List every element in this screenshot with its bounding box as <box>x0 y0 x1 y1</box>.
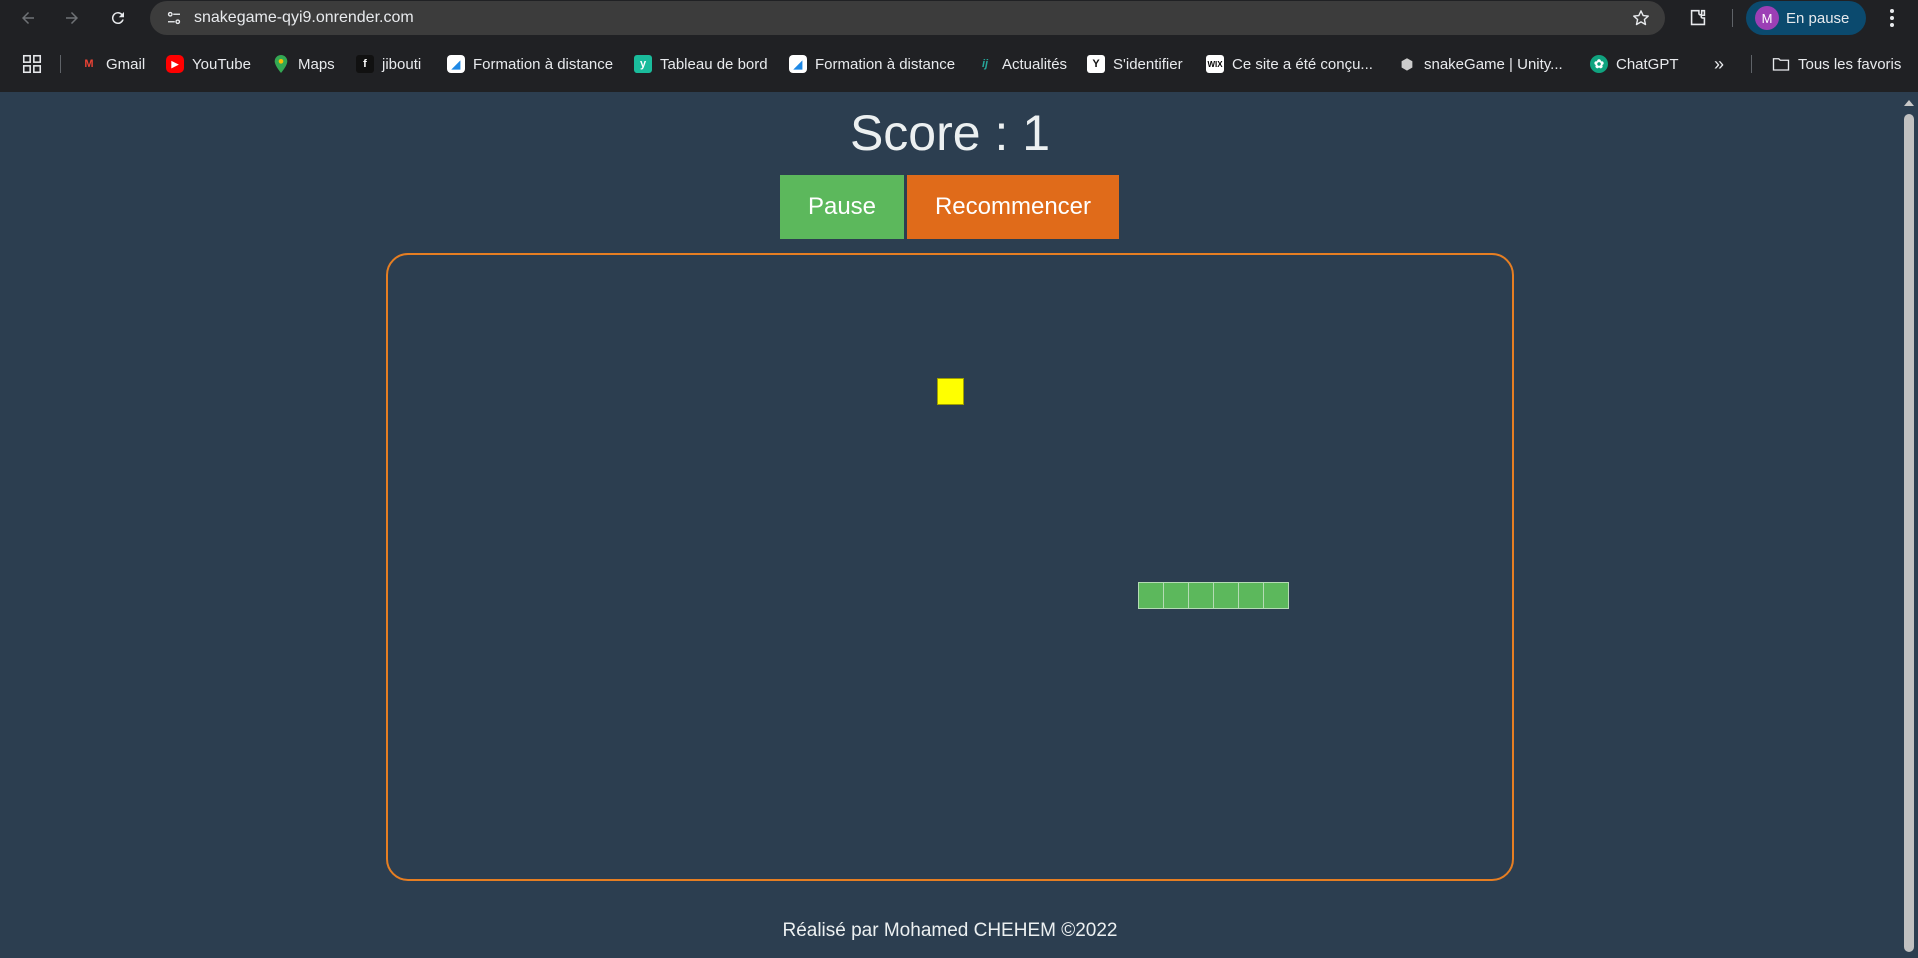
score-display: Score : 1 <box>849 105 1051 161</box>
bookmark-label: YouTube <box>192 55 251 73</box>
apps-grid-icon[interactable] <box>21 53 43 75</box>
more-vertical-icon[interactable] <box>1880 6 1904 30</box>
more-bookmarks-button[interactable]: » <box>1714 50 1724 78</box>
arrow-left-icon <box>22 12 34 24</box>
forward-button[interactable] <box>50 0 94 36</box>
bookmark-label: Actualités <box>1002 55 1068 73</box>
bookmark-formation-1[interactable]: ◢ Formation à distance <box>447 50 613 78</box>
bookmark-label: S'identifier <box>1113 55 1183 73</box>
restart-button[interactable]: Recommencer <box>907 175 1119 239</box>
maps-icon <box>272 55 290 73</box>
avatar: M <box>1755 6 1779 30</box>
snake-segment <box>1213 582 1239 609</box>
jibouti-icon: f <box>356 55 374 73</box>
formation-icon: ◢ <box>447 55 465 73</box>
youtube-icon: ▶ <box>166 55 184 73</box>
bookmark-label: snakeGame | Unity... <box>1424 55 1563 73</box>
bookmark-maps[interactable]: Maps <box>272 50 335 78</box>
chatgpt-icon: ✿ <box>1590 55 1608 73</box>
bookmarks-bar: M Gmail ▶ YouTube Maps f jibouti ◢ Forma… <box>0 36 1918 92</box>
bookmark-gmail[interactable]: M Gmail <box>80 50 145 78</box>
footer-credit: Réalisé par Mohamed CHEHEM ©2022 <box>782 920 1118 941</box>
folder-icon <box>1772 55 1790 73</box>
game-board[interactable] <box>386 253 1514 881</box>
food-item <box>937 378 964 405</box>
formation-icon: ◢ <box>789 55 807 73</box>
actualites-icon: ij <box>981 58 989 70</box>
unity-icon: ⬢ <box>1400 55 1414 72</box>
toolbar-divider <box>1732 9 1733 27</box>
arrow-right-icon <box>66 12 78 24</box>
profile-status-label: En pause <box>1786 9 1850 27</box>
bookmark-label: Formation à distance <box>815 55 956 73</box>
bookmark-label: ChatGPT <box>1616 55 1679 73</box>
scrollbar-thumb[interactable] <box>1904 114 1914 952</box>
bookmark-label: Formation à distance <box>473 55 614 73</box>
bookmark-star-icon[interactable] <box>1631 8 1651 28</box>
bookmark-label: Maps <box>298 55 335 73</box>
gmail-icon: M <box>84 58 94 70</box>
bookmark-label: Tous les favoris <box>1798 55 1902 73</box>
browser-toolbar: snakegame-qyi9.onrender.com M En pause <box>0 0 1918 36</box>
bookmark-label: Ce site a été conçu... <box>1232 55 1373 73</box>
tune-icon <box>167 11 181 25</box>
bookmark-formation-2[interactable]: ◢ Formation à distance <box>789 50 955 78</box>
bookmark-youtube[interactable]: ▶ YouTube <box>166 50 251 78</box>
bookmark-identifier[interactable]: Y S'identifier <box>1087 50 1183 78</box>
bookmark-actualites[interactable]: ij Actualités <box>976 50 1067 78</box>
bookmark-wix[interactable]: WIX Ce site a été conçu... <box>1206 50 1373 78</box>
scroll-up-icon[interactable] <box>1904 100 1914 106</box>
extensions-icon[interactable] <box>1687 7 1709 29</box>
snake-segment <box>1138 582 1164 609</box>
reload-icon <box>111 12 124 25</box>
pause-button[interactable]: Pause <box>780 175 904 239</box>
bookmarks-divider <box>1751 55 1752 73</box>
address-bar[interactable]: snakegame-qyi9.onrender.com <box>150 1 1665 35</box>
all-bookmarks-button[interactable]: Tous les favoris <box>1772 50 1901 78</box>
page-scrollbar[interactable] <box>1900 92 1918 958</box>
url-text[interactable]: snakegame-qyi9.onrender.com <box>194 9 414 27</box>
site-info-icon[interactable] <box>154 1 194 35</box>
tableau-icon: y <box>634 55 652 73</box>
identifier-icon: Y <box>1087 55 1105 73</box>
snake-segment <box>1238 582 1264 609</box>
profile-button[interactable]: M En pause <box>1746 1 1866 35</box>
bookmark-tableau[interactable]: y Tableau de bord <box>634 50 768 78</box>
snake-head <box>1263 582 1289 609</box>
snake-segment <box>1163 582 1189 609</box>
bookmark-chatgpt[interactable]: ✿ ChatGPT <box>1590 50 1679 78</box>
bookmarks-divider <box>60 55 61 73</box>
reload-button[interactable] <box>96 0 140 36</box>
game-page: Score : 1 Pause Recommencer Réalisé par … <box>0 92 1900 958</box>
bookmark-unity[interactable]: ⬢ snakeGame | Unity... <box>1398 50 1563 78</box>
bookmark-jibouti[interactable]: f jibouti <box>356 50 421 78</box>
bookmark-label: Tableau de bord <box>660 55 768 73</box>
bookmark-label: jibouti <box>382 55 422 73</box>
chevron-double-right-icon: » <box>1714 53 1725 74</box>
bookmark-label: Gmail <box>106 55 146 73</box>
snake-segment <box>1188 582 1214 609</box>
wix-icon: WIX <box>1206 55 1224 73</box>
back-button[interactable] <box>6 0 50 36</box>
